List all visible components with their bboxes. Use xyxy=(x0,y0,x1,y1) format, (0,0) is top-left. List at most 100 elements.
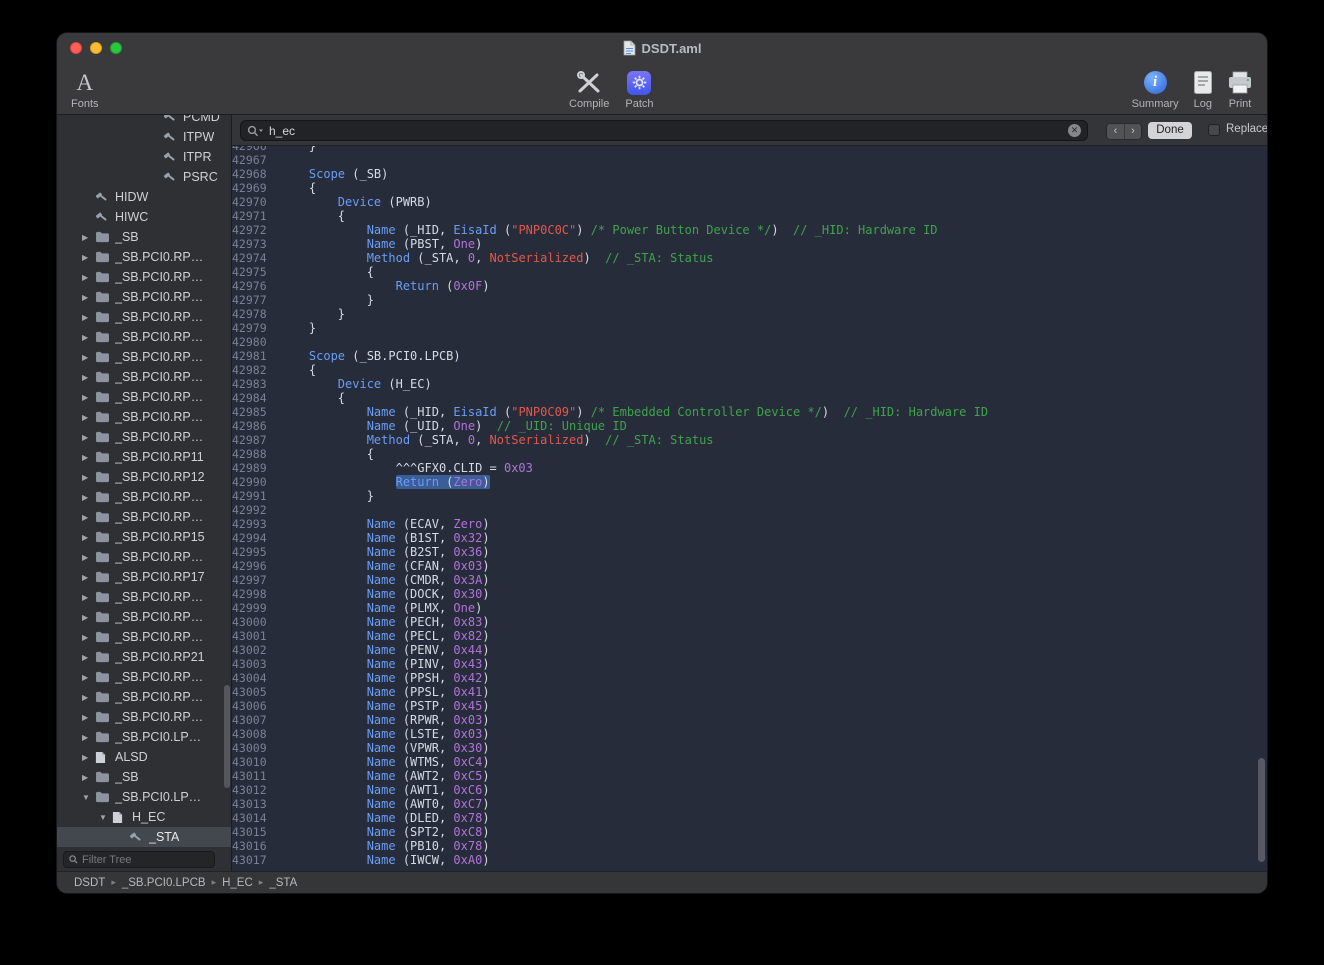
sidebar-scrollbar-thumb[interactable] xyxy=(224,685,230,788)
disclosure-closed-icon[interactable]: ▶ xyxy=(82,413,95,422)
tree-item--sb-pci0-rp11[interactable]: ▶_SB.PCI0.RP11 xyxy=(57,447,231,467)
code-line[interactable]: 43005 Name (PPSL, 0x41) xyxy=(232,685,1267,699)
clear-search-icon[interactable]: ✕ xyxy=(1068,124,1081,137)
tree-item--sb-pci0-rp-[interactable]: ▶_SB.PCI0.RP… xyxy=(57,347,231,367)
fonts-button[interactable]: A Fonts xyxy=(71,69,99,110)
disclosure-closed-icon[interactable]: ▶ xyxy=(82,713,95,722)
code-line[interactable]: 42989 ^^^GFX0.CLID = 0x03 xyxy=(232,461,1267,475)
disclosure-open-icon[interactable]: ▼ xyxy=(82,793,95,802)
tree-item-hiwc[interactable]: HIWC xyxy=(57,207,231,227)
tree-item--sb-pci0-rp-[interactable]: ▶_SB.PCI0.RP… xyxy=(57,587,231,607)
disclosure-closed-icon[interactable]: ▶ xyxy=(82,453,95,462)
code-editor[interactable]: 42966 }4296742968 Scope (_SB)42969 {4297… xyxy=(232,146,1267,871)
code-line[interactable]: 42980 xyxy=(232,335,1267,349)
tree-item--sb-pci0-rp-[interactable]: ▶_SB.PCI0.RP… xyxy=(57,407,231,427)
code-line[interactable]: 42971 { xyxy=(232,209,1267,223)
code-line[interactable]: 43015 Name (SPT2, 0xC8) xyxy=(232,825,1267,839)
disclosure-closed-icon[interactable]: ▶ xyxy=(82,533,95,542)
tree-item--sb-pci0-rp-[interactable]: ▶_SB.PCI0.RP… xyxy=(57,267,231,287)
code-line[interactable]: 43004 Name (PPSH, 0x42) xyxy=(232,671,1267,685)
tree-item--sb-pci0-rp-[interactable]: ▶_SB.PCI0.RP… xyxy=(57,367,231,387)
disclosure-closed-icon[interactable]: ▶ xyxy=(82,293,95,302)
code-line[interactable]: 42976 Return (0x0F) xyxy=(232,279,1267,293)
disclosure-closed-icon[interactable]: ▶ xyxy=(82,393,95,402)
code-line[interactable]: 42992 xyxy=(232,503,1267,517)
code-line[interactable]: 42988 { xyxy=(232,447,1267,461)
tree-item--sb-pci0-rp-[interactable]: ▶_SB.PCI0.RP… xyxy=(57,687,231,707)
patch-button[interactable]: Patch xyxy=(625,69,653,110)
tree-item-itpr[interactable]: ITPR xyxy=(57,147,231,167)
disclosure-closed-icon[interactable]: ▶ xyxy=(82,693,95,702)
disclosure-closed-icon[interactable]: ▶ xyxy=(82,653,95,662)
code-line[interactable]: 43011 Name (AWT2, 0xC5) xyxy=(232,769,1267,783)
code-line[interactable]: 43002 Name (PENV, 0x44) xyxy=(232,643,1267,657)
tree-item--sb[interactable]: ▶_SB xyxy=(57,767,231,787)
tree-item--sb-pci0-rp-[interactable]: ▶_SB.PCI0.RP… xyxy=(57,627,231,647)
summary-button[interactable]: i Summary xyxy=(1132,69,1179,110)
print-button[interactable]: Print xyxy=(1227,69,1253,110)
tree-item--sb-pci0-rp17[interactable]: ▶_SB.PCI0.RP17 xyxy=(57,567,231,587)
tree-item--sb-pci0-rp-[interactable]: ▶_SB.PCI0.RP… xyxy=(57,607,231,627)
disclosure-closed-icon[interactable]: ▶ xyxy=(82,373,95,382)
code-line[interactable]: 42982 { xyxy=(232,363,1267,377)
code-line[interactable]: 42997 Name (CMDR, 0x3A) xyxy=(232,573,1267,587)
tree-item-alsd[interactable]: ▶ALSD xyxy=(57,747,231,767)
disclosure-closed-icon[interactable]: ▶ xyxy=(82,633,95,642)
code-line[interactable]: 42994 Name (B1ST, 0x32) xyxy=(232,531,1267,545)
disclosure-closed-icon[interactable]: ▶ xyxy=(82,473,95,482)
breadcrumb-item[interactable]: _STA xyxy=(269,877,297,889)
code-line[interactable]: 43016 Name (PB10, 0x78) xyxy=(232,839,1267,853)
code-line[interactable]: 42967 xyxy=(232,153,1267,167)
disclosure-closed-icon[interactable]: ▶ xyxy=(82,253,95,262)
code-line[interactable]: 42969 { xyxy=(232,181,1267,195)
code-line[interactable]: 42974 Method (_STA, 0, NotSerialized) //… xyxy=(232,251,1267,265)
tree-item--sb-pci0-rp-[interactable]: ▶_SB.PCI0.RP… xyxy=(57,667,231,687)
code-line[interactable]: 42972 Name (_HID, EisaId ("PNP0C0C") /* … xyxy=(232,223,1267,237)
compile-button[interactable]: Compile xyxy=(569,69,609,110)
disclosure-closed-icon[interactable]: ▶ xyxy=(82,313,95,322)
code-line[interactable]: 42986 Name (_UID, One) // _UID: Unique I… xyxy=(232,419,1267,433)
tree-item--sb-pci0-lp-[interactable]: ▶_SB.PCI0.LP… xyxy=(57,727,231,747)
code-line[interactable]: 42995 Name (B2ST, 0x36) xyxy=(232,545,1267,559)
tree-item--sb-pci0-rp15[interactable]: ▶_SB.PCI0.RP15 xyxy=(57,527,231,547)
code-line[interactable]: 43014 Name (DLED, 0x78) xyxy=(232,811,1267,825)
code-line[interactable]: 42987 Method (_STA, 0, NotSerialized) //… xyxy=(232,433,1267,447)
filter-tree-input[interactable] xyxy=(82,854,209,866)
code-line[interactable]: 42996 Name (CFAN, 0x03) xyxy=(232,559,1267,573)
code-line[interactable]: 43012 Name (AWT1, 0xC6) xyxy=(232,783,1267,797)
disclosure-closed-icon[interactable]: ▶ xyxy=(82,673,95,682)
editor-scrollbar-thumb[interactable] xyxy=(1258,758,1265,862)
code-line[interactable]: 43010 Name (WTMS, 0xC4) xyxy=(232,755,1267,769)
filter-tree-field[interactable] xyxy=(63,851,215,868)
code-line[interactable]: 43009 Name (VPWR, 0x30) xyxy=(232,741,1267,755)
code-line[interactable]: 42990 Return (Zero) xyxy=(232,475,1267,489)
breadcrumb-item[interactable]: H_EC xyxy=(222,877,253,889)
disclosure-closed-icon[interactable]: ▶ xyxy=(82,773,95,782)
code-line[interactable]: 43000 Name (PECH, 0x83) xyxy=(232,615,1267,629)
code-line[interactable]: 43017 Name (IWCW, 0xA0) xyxy=(232,853,1267,867)
disclosure-closed-icon[interactable]: ▶ xyxy=(82,233,95,242)
done-button[interactable]: Done xyxy=(1148,122,1192,139)
tree-item--sb-pci0-rp-[interactable]: ▶_SB.PCI0.RP… xyxy=(57,707,231,727)
code-line[interactable]: 42993 Name (ECAV, Zero) xyxy=(232,517,1267,531)
disclosure-closed-icon[interactable]: ▶ xyxy=(82,573,95,582)
tree-item-h-ec[interactable]: ▼H_EC xyxy=(57,807,231,827)
tree-item--sb-pci0-rp-[interactable]: ▶_SB.PCI0.RP… xyxy=(57,427,231,447)
tree-item--sb-pci0-rp12[interactable]: ▶_SB.PCI0.RP12 xyxy=(57,467,231,487)
code-line[interactable]: 42968 Scope (_SB) xyxy=(232,167,1267,181)
code-line[interactable]: 43013 Name (AWT0, 0xC7) xyxy=(232,797,1267,811)
code-line[interactable]: 43007 Name (RPWR, 0x03) xyxy=(232,713,1267,727)
tree-item--sb-pci0-rp-[interactable]: ▶_SB.PCI0.RP… xyxy=(57,327,231,347)
code-line[interactable]: 42999 Name (PLMX, One) xyxy=(232,601,1267,615)
replace-checkbox[interactable] xyxy=(1208,124,1220,136)
disclosure-closed-icon[interactable]: ▶ xyxy=(82,333,95,342)
tree-item--sb-pci0-rp-[interactable]: ▶_SB.PCI0.RP… xyxy=(57,247,231,267)
disclosure-closed-icon[interactable]: ▶ xyxy=(82,433,95,442)
tree-item-itpw[interactable]: ITPW xyxy=(57,127,231,147)
tree-item-hidw[interactable]: HIDW xyxy=(57,187,231,207)
disclosure-closed-icon[interactable]: ▶ xyxy=(82,273,95,282)
search-field[interactable]: ✕ xyxy=(240,120,1088,141)
tree-item-psrc[interactable]: PSRC xyxy=(57,167,231,187)
find-next-button[interactable]: › xyxy=(1124,124,1141,139)
tree-item--sb-pci0-rp-[interactable]: ▶_SB.PCI0.RP… xyxy=(57,547,231,567)
